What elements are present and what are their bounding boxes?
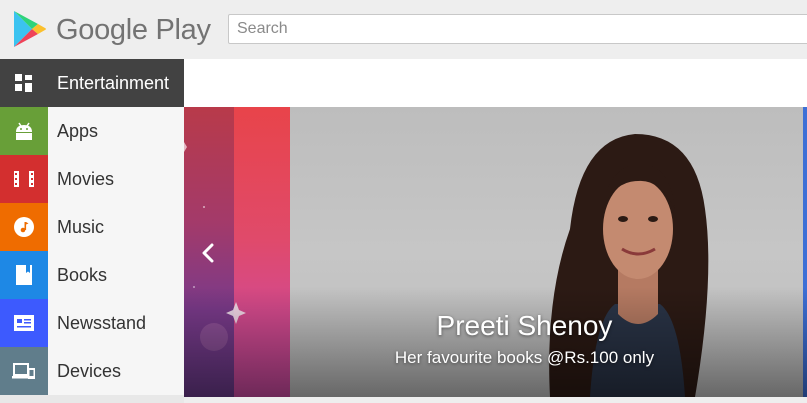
sidebar-item-label: Apps — [57, 121, 99, 141]
banner-title[interactable]: Preeti Shenoy — [290, 310, 759, 342]
book-icon — [0, 251, 48, 299]
sidebar-item-devices[interactable]: Devices — [0, 347, 184, 395]
sidebar-item-entertainment[interactable]: Entertainment — [0, 59, 184, 107]
banner-subtitle: Her favourite books @Rs.100 only — [394, 348, 655, 367]
sidebar-item-newsstand[interactable]: Newsstand — [0, 299, 184, 347]
sidebar-item-movies[interactable]: Movies — [0, 155, 184, 203]
film-icon — [0, 155, 48, 203]
sidebar-item-label: Books — [57, 265, 108, 285]
music-note-icon — [0, 203, 48, 251]
featured-banner[interactable]: Preeti Shenoy Her favourite books @Rs.10… — [184, 107, 807, 397]
sidebar-item-label: Newsstand — [57, 313, 147, 333]
sidebar-item-label: Music — [57, 217, 105, 237]
chevron-left-icon[interactable] — [196, 237, 220, 269]
bottom-strip — [184, 397, 807, 403]
sidebar-footer — [0, 395, 184, 403]
sidebar-item-label: Entertainment — [57, 73, 170, 93]
banner-shade — [184, 287, 807, 397]
brand-name[interactable]: Google Play — [56, 13, 211, 47]
sidebar-item-label: Movies — [57, 169, 115, 189]
grid-icon — [0, 59, 48, 107]
sidebar-item-books[interactable]: Books — [0, 251, 184, 299]
android-icon — [0, 107, 48, 155]
top-bar: Google Play — [0, 0, 807, 59]
devices-icon — [0, 347, 48, 395]
newspaper-icon — [0, 299, 48, 347]
sidebar-item-music[interactable]: Music — [0, 203, 184, 251]
tab-bar — [184, 59, 807, 107]
search-input[interactable] — [228, 14, 807, 44]
sidebar-item-label: Devices — [57, 361, 122, 381]
sidebar: Entertainment Apps Movies Music Books Ne… — [0, 59, 184, 403]
sidebar-item-apps[interactable]: Apps — [0, 107, 184, 155]
google-play-logo-icon[interactable] — [12, 10, 46, 48]
